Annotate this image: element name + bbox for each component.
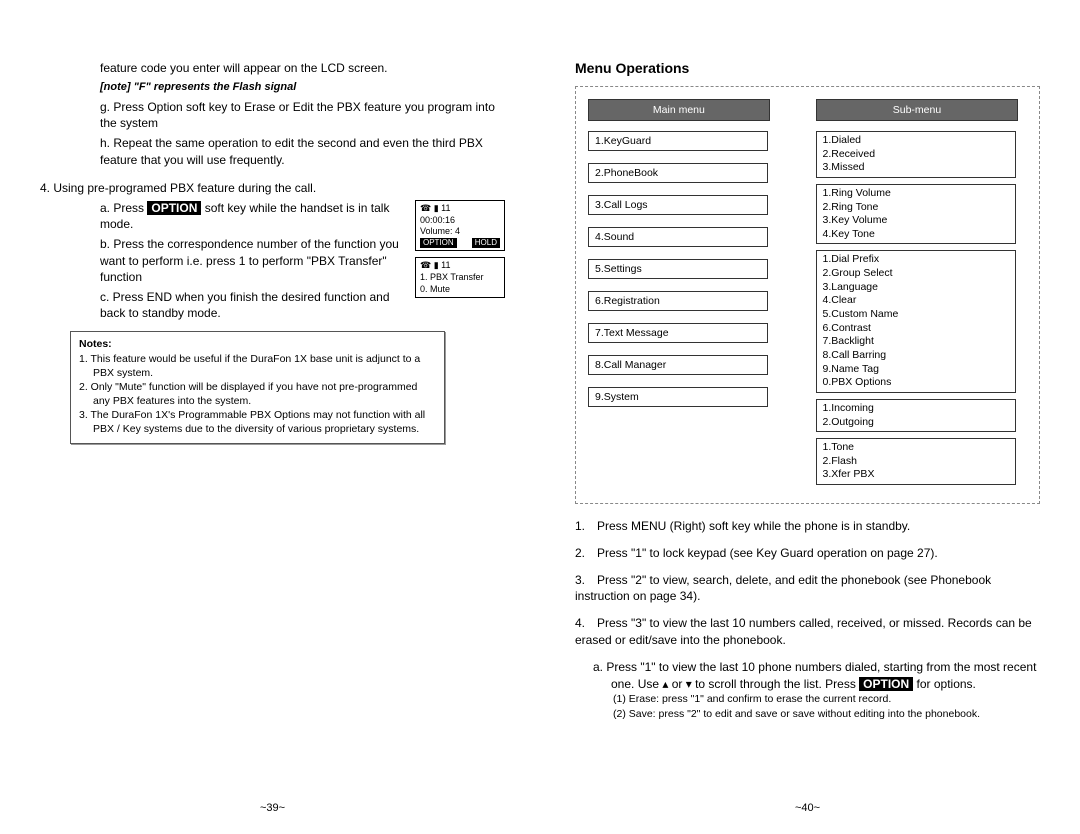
option-key: OPTION [147, 201, 201, 215]
submenu-box: 1.Dial Prefix 2.Group Select 3.Language … [816, 250, 1017, 392]
submenu-item: 1.Dialed [823, 134, 1010, 148]
submenu-item: 5.Custom Name [823, 308, 1010, 322]
submenu-item: 4.Clear [823, 294, 1010, 308]
submenu-item: 1.Ring Volume [823, 187, 1010, 201]
list-item: b. Press the correspondence number of th… [40, 236, 405, 285]
substep-4a: a. Press "1" to view the last 10 phone n… [575, 659, 1040, 693]
submenu-item: 0.PBX Options [823, 376, 1010, 390]
list-item: h. Repeat the same operation to edit the… [40, 135, 505, 167]
lcd-line: 0. Mute [420, 284, 500, 296]
note-item: 3. The DuraFon 1X's Programmable PBX Opt… [79, 409, 436, 436]
menu-diagram: Main menu 1.KeyGuard 2.PhoneBook 3.Call … [575, 86, 1040, 504]
submenu-box: 1.Ring Volume 2.Ring Tone 3.Key Volume 4… [816, 184, 1017, 245]
text-fragment: for options. [913, 677, 976, 691]
body-text: feature code you enter will appear on th… [40, 60, 505, 76]
submenu-item: 1.Tone [823, 441, 1010, 455]
step-text: Press "2" to view, search, delete, and e… [575, 573, 991, 604]
submenu-item: 2.Outgoing [823, 416, 1010, 430]
lcd-illustrations: ☎ ▮ 11 00:00:16 Volume: 4 OPTION HOLD ☎ … [415, 200, 505, 325]
notes-title: Notes: [79, 338, 436, 352]
menu-item: 5.Settings [588, 259, 768, 279]
submenu-item: 8.Call Barring [823, 349, 1010, 363]
submenu-box: 1.Dialed 2.Received 3.Missed [816, 131, 1017, 178]
submenu-item: 2.Flash [823, 455, 1010, 469]
note-item: 1. This feature would be useful if the D… [79, 353, 436, 380]
list-item: a. Press OPTION soft key while the hands… [40, 200, 405, 232]
lcd-line: 1. PBX Transfer [420, 272, 500, 284]
menu-item: 7.Text Message [588, 323, 768, 343]
main-menu-header: Main menu [588, 99, 770, 121]
submenu-item: 1.Incoming [823, 402, 1010, 416]
lcd-header: ☎ ▮ 11 [420, 203, 500, 215]
list-item: g. Press Option soft key to Erase or Edi… [40, 99, 505, 131]
page-number: ~40~ [575, 782, 1040, 814]
submenu-item: 3.Xfer PBX [823, 468, 1010, 482]
submenu-item: 2.Ring Tone [823, 201, 1010, 215]
menu-item: 8.Call Manager [588, 355, 768, 375]
submenu-item: 7.Backlight [823, 335, 1010, 349]
submenu-box: 1.Incoming 2.Outgoing [816, 399, 1017, 432]
lcd-screen-2: ☎ ▮ 11 1. PBX Transfer 0. Mute [415, 257, 505, 298]
section-heading: Menu Operations [575, 60, 1040, 76]
lcd-line: 00:00:16 [420, 215, 500, 227]
submenu-item: 9.Name Tag [823, 363, 1010, 377]
page-40: Menu Operations Main menu 1.KeyGuard 2.P… [565, 60, 1040, 814]
submenu-item: 3.Language [823, 281, 1010, 295]
main-menu-column: Main menu 1.KeyGuard 2.PhoneBook 3.Call … [588, 99, 800, 491]
lcd-line: Volume: 4 [420, 226, 500, 238]
subsubstep: (2) Save: press "2" to edit and save or … [575, 707, 1040, 722]
submenu-item: 6.Contrast [823, 322, 1010, 336]
menu-item: 4.Sound [588, 227, 768, 247]
lcd-softkey: OPTION [420, 238, 457, 248]
option-key: OPTION [859, 677, 913, 691]
menu-item: 3.Call Logs [588, 195, 768, 215]
submenu-item: 3.Key Volume [823, 214, 1010, 228]
step-1: 1.Press MENU (Right) soft key while the … [575, 518, 1040, 535]
submenu-item: 2.Group Select [823, 267, 1010, 281]
page-number: ~39~ [40, 782, 505, 814]
submenu-item: 4.Key Tone [823, 228, 1010, 242]
note-item: 2. Only "Mute" function will be displaye… [79, 381, 436, 408]
step-3: 3.Press "2" to view, search, delete, and… [575, 572, 1040, 606]
submenu-item: 3.Missed [823, 161, 1010, 175]
submenu-box: 1.Tone 2.Flash 3.Xfer PBX [816, 438, 1017, 485]
flash-note: [note] "F" represents the Flash signal [40, 80, 505, 95]
menu-item: 2.PhoneBook [588, 163, 768, 183]
submenu-item: 1.Dial Prefix [823, 253, 1010, 267]
step-text: Press "3" to view the last 10 numbers ca… [575, 616, 1032, 647]
menu-item: 6.Registration [588, 291, 768, 311]
lcd-softkey: HOLD [472, 238, 500, 248]
step-2: 2.Press "1" to lock keypad (see Key Guar… [575, 545, 1040, 562]
submenu-item: 2.Received [823, 148, 1010, 162]
text-fragment: a. Press [100, 201, 147, 215]
sub-menu-header: Sub-menu [816, 99, 1019, 121]
lcd-screen-1: ☎ ▮ 11 00:00:16 Volume: 4 OPTION HOLD [415, 200, 505, 251]
menu-item: 9.System [588, 387, 768, 407]
lcd-header: ☎ ▮ 11 [420, 260, 500, 272]
notes-box: Notes: 1. This feature would be useful i… [70, 331, 445, 443]
step-text: Press "1" to lock keypad (see Key Guard … [597, 546, 938, 560]
menu-item: 1.KeyGuard [588, 131, 768, 151]
subsubstep: (1) Erase: press "1" and confirm to eras… [575, 692, 1040, 707]
sub-menu-column: Sub-menu 1.Dialed 2.Received 3.Missed 1.… [816, 99, 1028, 491]
step-4: 4.Press "3" to view the last 10 numbers … [575, 615, 1040, 649]
page-39: feature code you enter will appear on th… [40, 60, 515, 814]
list-item: c. Press END when you finish the desired… [40, 289, 405, 321]
step-4: 4. Using pre-programed PBX feature durin… [40, 180, 505, 196]
step-text: Press MENU (Right) soft key while the ph… [597, 519, 910, 533]
